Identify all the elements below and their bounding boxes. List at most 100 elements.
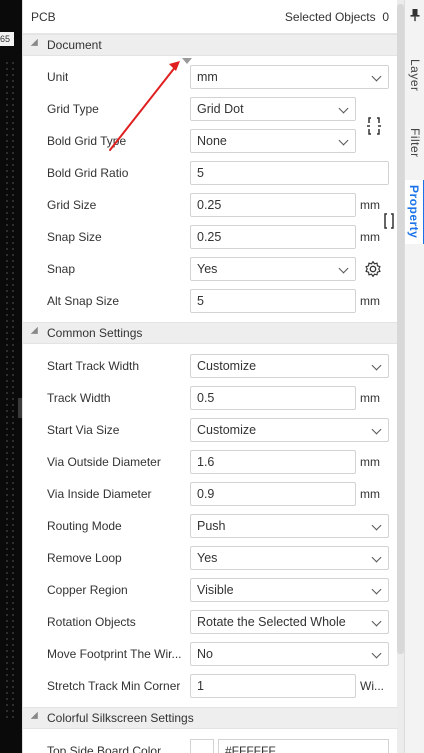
field-label: Copper Region xyxy=(47,583,128,597)
track-width-input[interactable]: 0.5 xyxy=(190,386,356,410)
grid-type-select[interactable]: Grid Dot xyxy=(190,97,356,121)
bold-grid-ratio-value: 5 xyxy=(197,166,204,180)
unit-label: mm xyxy=(360,294,380,308)
alt-snap-size-input[interactable]: 5 xyxy=(190,289,356,313)
chevron-down-icon xyxy=(371,552,382,563)
row-alt-snap-size: Alt Snap Size 5 mm xyxy=(23,285,397,317)
bold-grid-type-select[interactable]: None xyxy=(190,129,356,153)
move-footprint-select[interactable]: No xyxy=(190,642,389,666)
color-swatch[interactable] xyxy=(190,739,214,753)
pin-icon[interactable] xyxy=(409,8,421,22)
snap-value: Yes xyxy=(197,262,218,276)
unit-select[interactable]: mm xyxy=(190,65,389,89)
start-track-width-value: Customize xyxy=(197,359,257,373)
field-label: Remove Loop xyxy=(47,551,122,565)
tab-label: Property xyxy=(407,185,421,239)
track-width-value: 0.5 xyxy=(197,391,215,405)
chevron-down-icon xyxy=(338,135,349,146)
unit-label: mm xyxy=(360,198,380,212)
bold-grid-type-value: None xyxy=(197,134,227,148)
field-label: Snap xyxy=(47,262,76,276)
chevron-down-icon xyxy=(338,263,349,274)
collapse-triangle-icon xyxy=(30,38,42,49)
color-hex-input[interactable]: #FFFFFF xyxy=(218,739,389,753)
tab-layer[interactable]: Layer xyxy=(405,45,424,105)
selected-objects-status: Selected Objects 0 xyxy=(285,10,389,24)
via-inside-diameter-input[interactable]: 0.9 xyxy=(190,482,356,506)
ruler-label: 65 xyxy=(0,32,14,46)
canvas-grid xyxy=(4,60,16,720)
row-grid-size: Grid Size 0.25 mm xyxy=(23,189,397,221)
row-track-width: Track Width 0.5 mm xyxy=(23,382,397,414)
row-top-side-board-color: Top Side Board Color #FFFFFF xyxy=(23,735,397,753)
alt-snap-size-value: 5 xyxy=(197,294,204,308)
remove-loop-value: Yes xyxy=(197,551,218,565)
row-snap: Snap Yes xyxy=(23,253,397,285)
field-label: Via Inside Diameter xyxy=(47,487,152,501)
row-start-track-width: Start Track Width Customize xyxy=(23,350,397,382)
section-title: Common Settings xyxy=(47,326,143,340)
snap-size-input[interactable]: 0.25 xyxy=(190,225,356,249)
collapse-triangle-icon xyxy=(30,326,42,337)
selected-objects-label: Selected Objects xyxy=(284,9,376,24)
tab-property[interactable]: Property xyxy=(405,180,424,244)
row-bold-grid-ratio: Bold Grid Ratio 5 xyxy=(23,157,397,189)
chevron-down-icon xyxy=(371,520,382,531)
remove-loop-select[interactable]: Yes xyxy=(190,546,389,570)
stretch-track-min-corner-input[interactable]: 1 xyxy=(190,674,356,698)
unit-label: Wi... xyxy=(360,679,384,693)
panel-scrollbar-thumb[interactable] xyxy=(397,4,404,654)
snap-select[interactable]: Yes xyxy=(190,257,356,281)
start-via-size-value: Customize xyxy=(197,423,257,437)
grid-size-input[interactable]: 0.25 xyxy=(190,193,356,217)
row-remove-loop: Remove Loop Yes xyxy=(23,542,397,574)
unit-label: mm xyxy=(360,230,380,244)
via-outside-diameter-value: 1.6 xyxy=(197,455,215,469)
field-label: Grid Size xyxy=(47,198,97,212)
section-header-colorful-silkscreen[interactable]: Colorful Silkscreen Settings xyxy=(23,707,397,729)
section-title: Colorful Silkscreen Settings xyxy=(47,711,194,725)
canvas-edge[interactable]: 65 xyxy=(0,0,22,753)
field-label: Bold Grid Ratio xyxy=(47,166,129,180)
row-bold-grid-type: Bold Grid Type None xyxy=(23,125,397,157)
chevron-down-icon xyxy=(371,648,382,659)
field-label: Stretch Track Min Corner xyxy=(47,679,181,693)
row-stretch-track-min-corner: Stretch Track Min Corner 1 Wi... xyxy=(23,670,397,702)
copper-region-select[interactable]: Visible xyxy=(190,578,389,602)
section-header-common-settings[interactable]: Common Settings xyxy=(23,322,397,344)
bold-grid-ratio-input[interactable]: 5 xyxy=(190,161,389,185)
grid-size-value: 0.25 xyxy=(197,198,222,212)
chevron-down-icon xyxy=(371,360,382,371)
section-header-document[interactable]: Document xyxy=(23,34,397,56)
snap-size-value: 0.25 xyxy=(197,230,222,244)
gear-icon[interactable] xyxy=(364,260,382,278)
rotation-objects-value: Rotate the Selected Whole xyxy=(197,615,346,629)
tab-filter[interactable]: Filter xyxy=(405,115,424,170)
field-label: Start Via Size xyxy=(47,423,120,437)
routing-mode-select[interactable]: Push xyxy=(190,514,389,538)
field-label: Top Side Board Color xyxy=(47,744,162,753)
panel-title: PCB xyxy=(31,9,56,24)
property-panel: PCB Selected Objects 0 Document Unit mm … xyxy=(22,0,397,753)
start-track-width-select[interactable]: Customize xyxy=(190,354,389,378)
via-outside-diameter-input[interactable]: 1.6 xyxy=(190,450,356,474)
start-via-size-select[interactable]: Customize xyxy=(190,418,389,442)
copper-region-value: Visible xyxy=(197,583,234,597)
field-label: Snap Size xyxy=(47,230,102,244)
field-label: Track Width xyxy=(47,391,111,405)
tab-label: Layer xyxy=(408,58,422,92)
row-unit: Unit mm xyxy=(23,61,397,93)
move-footprint-value: No xyxy=(197,647,213,661)
chevron-down-icon xyxy=(371,71,382,82)
side-tab-strip: Layer Filter Property xyxy=(404,0,424,753)
chevron-down-icon xyxy=(371,616,382,627)
field-label: Alt Snap Size xyxy=(47,294,120,308)
row-move-footprint: Move Footprint The Wir... No xyxy=(23,638,397,670)
selected-objects-count: 0 xyxy=(382,9,389,24)
row-snap-size: Snap Size 0.25 mm xyxy=(23,221,397,253)
grid-type-value: Grid Dot xyxy=(197,102,244,116)
rotation-objects-select[interactable]: Rotate the Selected Whole xyxy=(190,610,389,634)
panel-header: PCB Selected Objects 0 xyxy=(23,0,397,34)
field-label: Unit xyxy=(47,70,69,84)
section-title: Document xyxy=(47,38,102,52)
